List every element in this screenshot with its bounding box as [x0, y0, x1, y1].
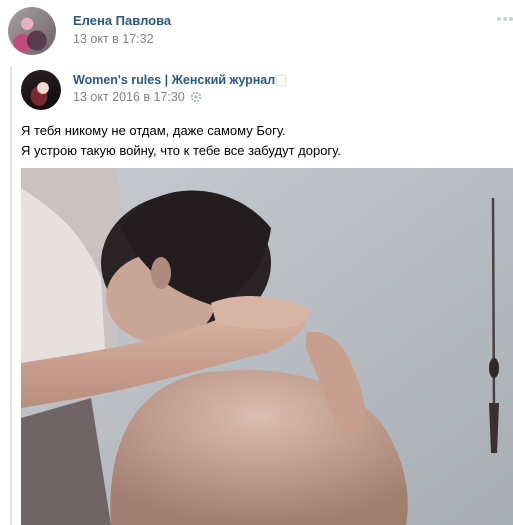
group-avatar[interactable]	[21, 70, 61, 110]
gear-icon	[190, 91, 202, 103]
verified-icon	[276, 75, 286, 86]
author-avatar[interactable]	[8, 7, 56, 55]
author-name[interactable]: Елена Павлова	[73, 13, 171, 28]
post-photo[interactable]	[21, 168, 513, 525]
group-name[interactable]: Women's rules | Женский журнал	[73, 73, 275, 87]
post-text-line: Я устрою такую войну, что к тебе все заб…	[21, 143, 341, 158]
post-text-line: Я тебя никому не отдам, даже самому Богу…	[21, 123, 286, 138]
repost-date[interactable]: 13 окт 2016 в 17:30	[73, 90, 185, 104]
photo-illustration	[21, 168, 513, 525]
post-text: Я тебя никому не отдам, даже самому Богу…	[21, 121, 501, 161]
repost-divider	[10, 66, 12, 525]
post-header: Елена Павлова 13 окт в 17:32	[0, 0, 513, 60]
post-date[interactable]: 13 окт в 17:32	[73, 32, 154, 46]
more-dots-icon[interactable]	[497, 14, 513, 24]
